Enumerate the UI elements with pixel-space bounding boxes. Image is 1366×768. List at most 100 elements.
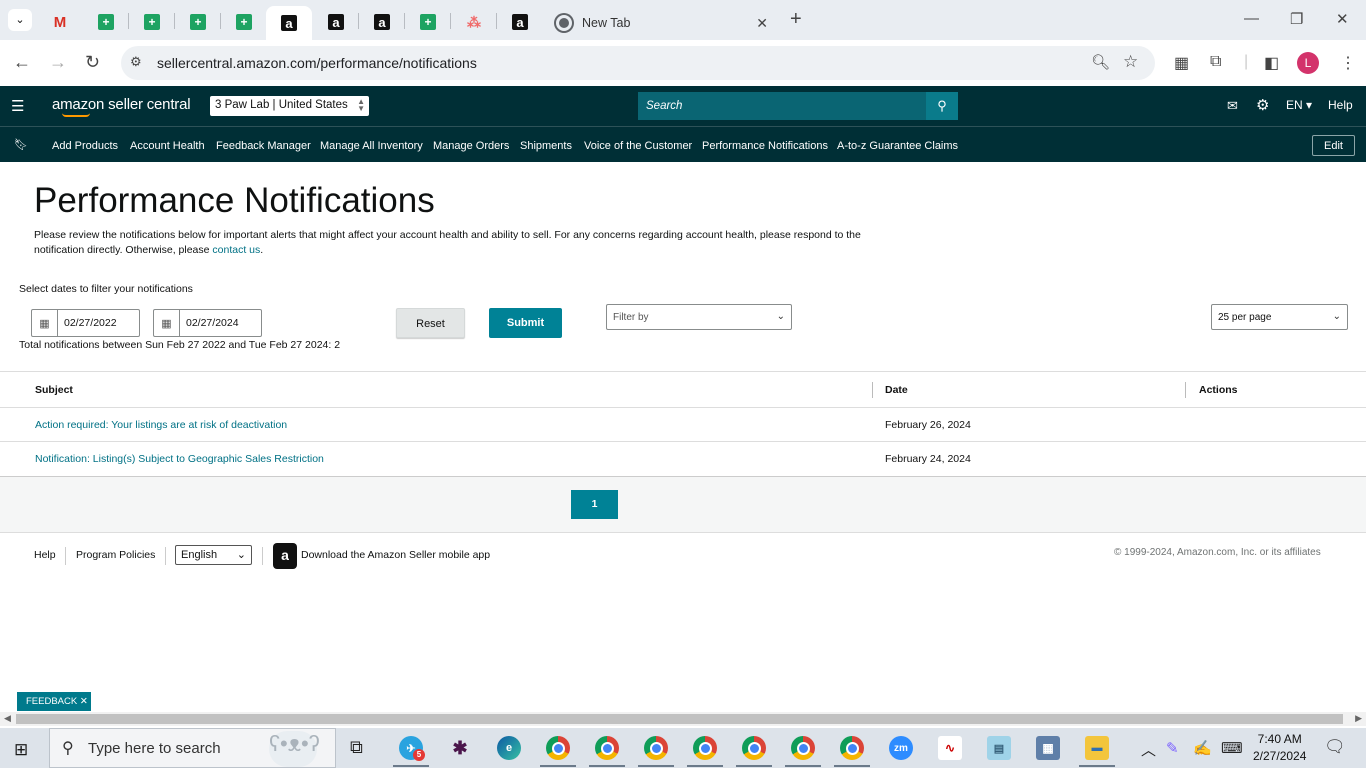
reload-icon[interactable]: ↻ <box>85 52 100 73</box>
tab-search-button[interactable]: ⌄ <box>8 9 32 31</box>
bookmark-star-icon[interactable]: ☆ <box>1123 52 1138 72</box>
tab-amazon-3[interactable]: a <box>362 8 402 36</box>
feedback-tab[interactable]: FEEDBACK ✕ <box>17 692 91 711</box>
settings-gear-icon[interactable]: ⚙ <box>1256 96 1269 114</box>
profile-avatar[interactable]: L <box>1297 52 1319 74</box>
chrome-profile-icon[interactable] <box>595 736 619 760</box>
zoom-icon[interactable]: 🔍︎ <box>1091 53 1110 71</box>
active-app-indicator <box>589 765 625 767</box>
restore-icon[interactable]: ❐ <box>1290 10 1303 28</box>
nav-manage-orders[interactable]: Manage Orders <box>433 140 509 152</box>
pen-workspace-icon[interactable]: ✍ <box>1193 739 1212 757</box>
scroll-left-icon[interactable]: ◀ <box>4 713 11 724</box>
scroll-right-icon[interactable]: ▶ <box>1355 713 1362 724</box>
tab-sheets-4[interactable]: + <box>224 8 264 36</box>
qr-code-icon[interactable]: ▦ <box>1174 53 1189 73</box>
date-from-field[interactable]: ▦ 02/27/2022 <box>31 309 140 337</box>
seller-central-logo[interactable]: amazon seller central <box>52 96 191 117</box>
tab-asana[interactable]: ⁂ <box>454 8 494 36</box>
url-text[interactable]: sellercentral.amazon.com/performance/not… <box>157 55 477 71</box>
taskbar-search-input[interactable]: ⚲ Type here to search ʕ•ᴥ•ʔ <box>49 728 336 768</box>
forward-icon[interactable]: → <box>49 52 67 73</box>
telegram-icon[interactable]: ✈ 5 <box>399 736 425 761</box>
tab-sheets-5[interactable]: + <box>408 8 448 36</box>
chrome-profile-icon[interactable] <box>546 736 570 760</box>
nav-performance-notifications[interactable]: Performance Notifications <box>702 140 828 152</box>
side-panel-icon[interactable]: ◧ <box>1264 53 1279 73</box>
scrollbar-thumb[interactable] <box>16 714 1343 724</box>
tab-sheets-2[interactable]: + <box>132 8 172 36</box>
tab-new-tab[interactable]: New Tab ✕ <box>546 6 778 40</box>
browser-menu-icon[interactable]: ⋮ <box>1340 53 1356 73</box>
nav-voice-of-customer[interactable]: Voice of the Customer <box>584 140 692 152</box>
stock-chart-app-icon[interactable]: ∿ <box>938 736 962 760</box>
submit-button[interactable]: Submit <box>489 308 562 338</box>
close-icon[interactable]: ✕ <box>80 696 88 707</box>
pen-app-icon[interactable]: ✎ <box>1166 739 1179 757</box>
search-button[interactable]: ⚲ <box>926 92 958 120</box>
reset-button[interactable]: Reset <box>396 308 465 338</box>
new-tab-plus-icon[interactable]: + <box>790 8 802 31</box>
calendar-icon[interactable]: ▦ <box>154 310 180 336</box>
address-bar[interactable]: ⚙ sellercentral.amazon.com/performance/n… <box>121 46 1155 80</box>
tab-gmail[interactable]: M <box>40 8 80 36</box>
site-info-icon[interactable]: ⚙ <box>130 54 142 70</box>
chrome-profile-icon[interactable] <box>742 736 766 760</box>
edge-icon[interactable]: e <box>497 736 521 760</box>
back-icon[interactable]: ← <box>13 52 31 73</box>
per-page-select[interactable]: 25 per page ⌄ <box>1211 304 1348 330</box>
close-tab-icon[interactable]: ✕ <box>756 15 768 32</box>
nav-feedback-manager[interactable]: Feedback Manager <box>216 140 311 152</box>
keyboard-icon[interactable]: ⌨ <box>1221 739 1243 757</box>
filter-by-select[interactable]: Filter by ⌄ <box>606 304 792 330</box>
mail-icon[interactable]: ✉ <box>1227 98 1238 114</box>
chevron-up-icon[interactable]: ︿ <box>1141 739 1156 760</box>
calendar-icon[interactable]: ▦ <box>32 310 58 336</box>
calculator-icon[interactable]: ▦ <box>1036 736 1060 760</box>
hamburger-menu-icon[interactable]: ☰ <box>11 97 24 115</box>
slack-icon[interactable]: ✱ <box>448 736 472 760</box>
nav-manage-all-inventory[interactable]: Manage All Inventory <box>320 140 423 152</box>
edit-nav-button[interactable]: Edit <box>1312 135 1355 156</box>
tab-amazon-4[interactable]: a <box>500 8 540 36</box>
contact-us-link[interactable]: contact us <box>212 244 260 256</box>
chrome-profile-icon[interactable] <box>644 736 668 760</box>
nav-account-health[interactable]: Account Health <box>130 140 205 152</box>
footer-language-select[interactable]: English ⌄ <box>175 545 252 565</box>
chrome-profile-icon[interactable] <box>840 736 864 760</box>
store-selector[interactable]: 3 Paw Lab | United States ▲ ▼ <box>210 96 369 116</box>
close-window-icon[interactable]: ✕ <box>1336 10 1349 28</box>
amazon-smile-icon <box>62 113 90 117</box>
tab-amazon-2[interactable]: a <box>316 8 356 36</box>
tab-amazon-active[interactable]: a <box>266 6 312 40</box>
notification-subject-link[interactable]: Action required: Your listings are at ri… <box>35 419 287 431</box>
page-button-current[interactable]: 1 <box>571 490 618 519</box>
nav-atoz-claims[interactable]: A-to-z Guarantee Claims <box>837 140 958 152</box>
tab-sheets-1[interactable]: + <box>86 8 126 36</box>
program-policies-link[interactable]: Program Policies <box>76 549 155 561</box>
zoom-app-icon[interactable]: zm <box>889 736 913 760</box>
download-app-link[interactable]: Download the Amazon Seller mobile app <box>301 549 490 561</box>
horizontal-scrollbar[interactable]: ◀ ▶ <box>0 712 1366 726</box>
help-link[interactable]: Help <box>1328 98 1353 112</box>
file-explorer-icon[interactable]: ▬ <box>1085 736 1109 760</box>
chrome-profile-icon[interactable] <box>791 736 815 760</box>
task-view-icon[interactable]: ⧉ <box>350 737 363 758</box>
notification-subject-link[interactable]: Notification: Listing(s) Subject to Geog… <box>35 453 324 465</box>
notifications-icon[interactable]: 🗨︎ <box>1324 737 1346 757</box>
bookmark-icon[interactable]: 🔖︎ <box>14 138 28 151</box>
date-to-field[interactable]: ▦ 02/27/2024 <box>153 309 262 337</box>
nav-shipments[interactable]: Shipments <box>520 140 572 152</box>
footer-help-link[interactable]: Help <box>34 549 56 561</box>
amazon-app-icon[interactable]: a <box>273 543 297 569</box>
notepad-app-icon[interactable]: ▤ <box>987 736 1011 760</box>
tab-sheets-3[interactable]: + <box>178 8 218 36</box>
taskbar-clock[interactable]: 7:40 AM 2/27/2024 <box>1253 731 1306 765</box>
nav-add-products[interactable]: Add Products <box>52 140 118 152</box>
windows-start-icon[interactable]: ⊞ <box>14 740 28 760</box>
search-input[interactable]: Search <box>638 92 926 120</box>
minimize-icon[interactable]: — <box>1244 10 1259 27</box>
language-selector[interactable]: EN ▾ <box>1286 98 1312 112</box>
chrome-profile-icon[interactable] <box>693 736 717 760</box>
extensions-icon[interactable]: ⧉ <box>1210 53 1221 71</box>
